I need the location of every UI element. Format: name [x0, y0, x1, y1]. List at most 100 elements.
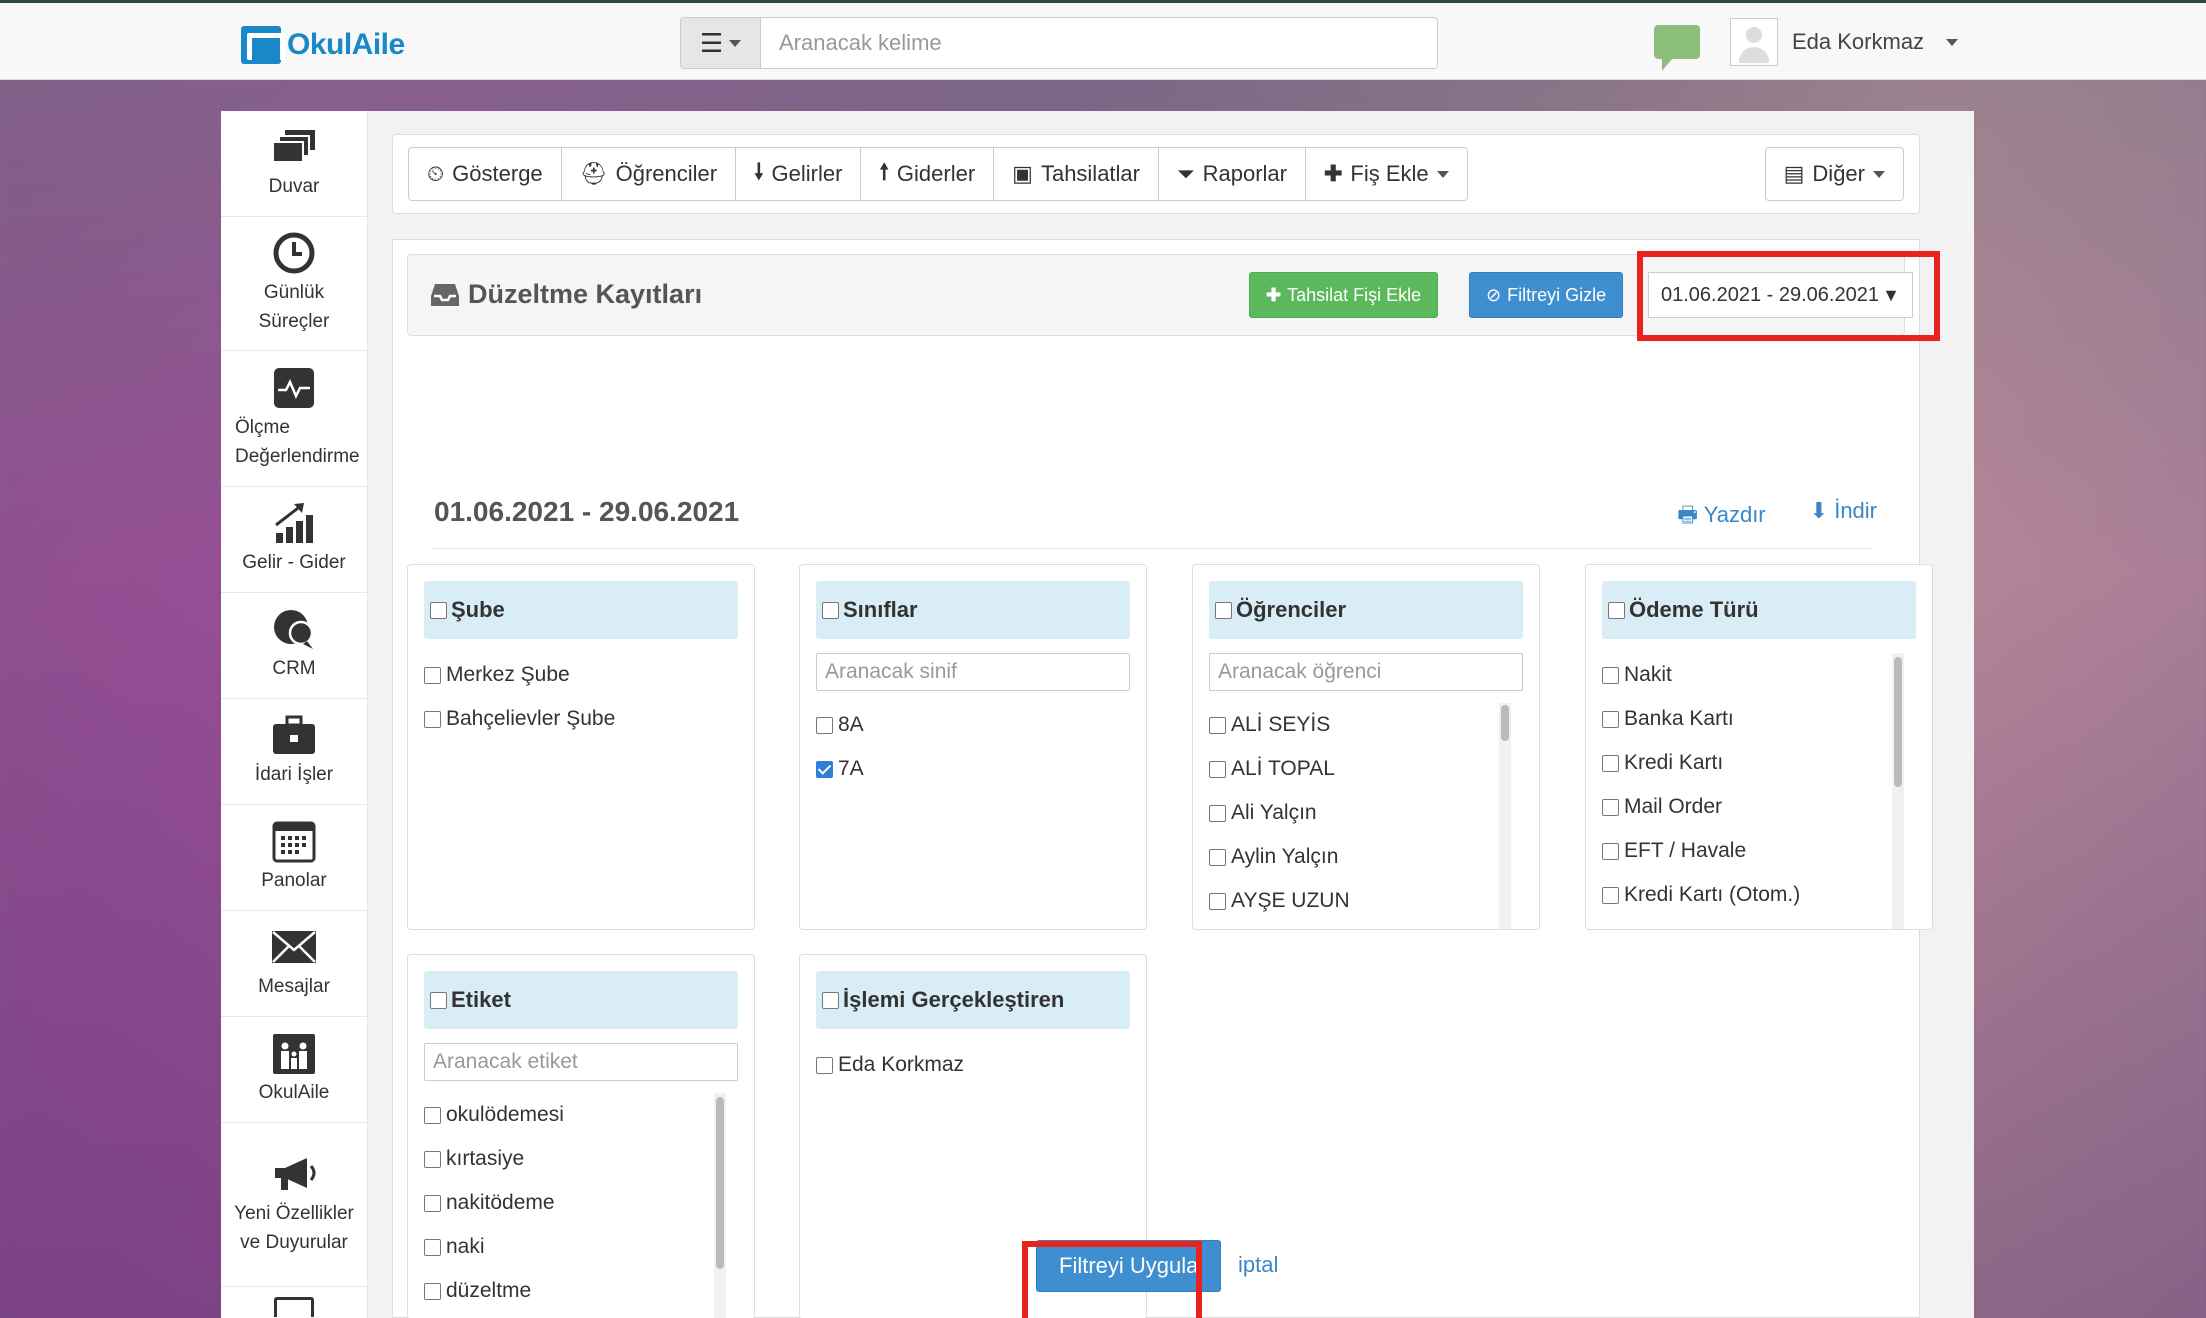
filter-header-etiket[interactable]: Etiket	[424, 971, 738, 1029]
chat-icon[interactable]	[1654, 25, 1700, 71]
sidebar-item-duvar[interactable]: Duvar	[221, 111, 367, 217]
checkbox[interactable]	[816, 1056, 833, 1074]
list-item[interactable]: ALİ SEYİS	[1209, 703, 1499, 747]
search-input[interactable]	[761, 18, 1437, 68]
list-item[interactable]: AYŞE UZUN	[1209, 879, 1499, 923]
sidebar-item-yeni-ozellikler[interactable]: Yeni Özellikler ve Duyurular	[221, 1123, 367, 1287]
dashboard-button[interactable]: ⏲ Gösterge	[408, 147, 562, 201]
scrollbar-thumb[interactable]	[1894, 657, 1902, 787]
download-link[interactable]: ⬇ İndir	[1810, 498, 1877, 536]
collections-button[interactable]: ▣ Tahsilatlar	[993, 147, 1159, 201]
checkbox[interactable]	[424, 1150, 441, 1168]
list-item[interactable]: Kredi Kartı (Otom.)	[1602, 873, 1892, 917]
checkbox[interactable]	[1209, 804, 1226, 822]
list-item[interactable]: naki	[424, 1225, 714, 1269]
list-item[interactable]: nakitödeme	[424, 1181, 714, 1225]
list-item[interactable]: Ali Yalçın	[1209, 791, 1499, 835]
checkbox[interactable]	[1602, 666, 1619, 684]
checkbox[interactable]	[1209, 848, 1226, 866]
select-all-checkbox[interactable]	[822, 991, 839, 1009]
checkbox[interactable]	[1602, 754, 1619, 772]
list-item[interactable]: Banka Kartı	[1602, 697, 1892, 741]
filter-header-islem[interactable]: İşlemi Gerçekleştiren	[816, 971, 1130, 1029]
user-menu[interactable]: Eda Korkmaz	[1730, 18, 1959, 66]
logo[interactable]: OkulAile	[241, 25, 405, 65]
sidebar-item-more[interactable]	[221, 1287, 367, 1318]
add-collection-receipt-button[interactable]: ✚ Tahsilat Fişi Ekle	[1249, 272, 1439, 318]
sidebar-item-gunluk-surecler[interactable]: Günlük Süreçler	[221, 217, 367, 351]
list-item[interactable]: 8A	[816, 703, 1130, 747]
search-menu-button[interactable]: ☰	[681, 18, 761, 68]
eye-slash-icon: ⊘	[1486, 284, 1502, 305]
list-item[interactable]: Aylin Yalçın	[1209, 835, 1499, 879]
checkbox[interactable]	[424, 1238, 441, 1256]
sidebar-item-idari-isler[interactable]: İdari İşler	[221, 699, 367, 805]
avatar	[1730, 18, 1778, 66]
other-dropdown[interactable]: ▤ Diğer	[1764, 147, 1904, 201]
checkbox[interactable]	[1602, 710, 1619, 728]
scrollbar-thumb[interactable]	[716, 1097, 724, 1269]
select-all-checkbox[interactable]	[1608, 601, 1625, 619]
sidebar-item-okulaile[interactable]: OkulAile	[221, 1017, 367, 1123]
scrollbar-thumb[interactable]	[1501, 705, 1509, 741]
list-item[interactable]: okulödemesi	[424, 1093, 714, 1137]
select-all-checkbox[interactable]	[430, 601, 447, 619]
class-search-input[interactable]	[816, 653, 1130, 691]
list-item[interactable]: ALİ TOPAL	[1209, 747, 1499, 791]
sidebar-item-crm[interactable]: CRM	[221, 593, 367, 699]
checkbox[interactable]	[424, 1106, 441, 1124]
list-item[interactable]: Mail Order	[1602, 785, 1892, 829]
scrollbar[interactable]	[714, 1093, 726, 1318]
checkbox-checked[interactable]	[816, 760, 833, 778]
checkbox[interactable]	[1602, 798, 1619, 816]
scrollbar[interactable]	[1892, 653, 1904, 929]
filter-header-sube[interactable]: Şube	[424, 581, 738, 639]
checkbox[interactable]	[1209, 892, 1226, 910]
incomes-button[interactable]: 🠗 Gelirler	[735, 147, 862, 201]
hide-filter-button[interactable]: ⊘ Filtreyi Gizle	[1469, 272, 1624, 318]
checkbox[interactable]	[424, 1282, 441, 1300]
list-item[interactable]: kırtasiye	[424, 1137, 714, 1181]
checkbox[interactable]	[816, 716, 833, 734]
sidebar-item-gelir-gider[interactable]: Gelir - Gider	[221, 487, 367, 593]
expenses-button[interactable]: 🠕 Giderler	[860, 147, 995, 201]
student-search-input[interactable]	[1209, 653, 1523, 691]
cancel-link[interactable]: iptal	[1238, 1252, 1278, 1278]
scrollbar[interactable]	[1499, 703, 1511, 929]
students-button[interactable]: ⛑ Öğrenciler	[560, 147, 737, 201]
select-all-checkbox[interactable]	[1215, 601, 1232, 619]
sidebar-item-label: Duvar	[268, 176, 320, 197]
select-all-checkbox[interactable]	[822, 601, 839, 619]
print-link[interactable]: 🖶 Yazdır	[1677, 498, 1765, 536]
list-item[interactable]: Nakit	[1602, 653, 1892, 697]
checkbox[interactable]	[1209, 716, 1226, 734]
filter-header-siniflar[interactable]: Sınıflar	[816, 581, 1130, 639]
filter-header-odeme[interactable]: Ödeme Türü	[1602, 581, 1916, 639]
checkbox[interactable]	[1602, 842, 1619, 860]
list-item[interactable]: düzeltme	[424, 1269, 714, 1313]
highlight-date-range	[1637, 251, 1940, 341]
item-label: Bahçelievler Şube	[446, 707, 616, 730]
filter-list: ALİ SEYİS ALİ TOPAL Ali Yalçın Aylin Yal…	[1209, 703, 1499, 923]
list-item[interactable]: 7A	[816, 747, 1130, 791]
sidebar-item-mesajlar[interactable]: Mesajlar	[221, 911, 367, 1017]
checkbox[interactable]	[1602, 886, 1619, 904]
select-all-checkbox[interactable]	[430, 991, 447, 1009]
checkbox[interactable]	[424, 666, 441, 684]
checkbox[interactable]	[1209, 760, 1226, 778]
filter-title: Etiket	[451, 987, 511, 1012]
list-item[interactable]: Bahçelievler Şube	[424, 697, 738, 741]
list-item[interactable]: EFT / Havale	[1602, 829, 1892, 873]
list-item[interactable]: Kredi Kartı	[1602, 741, 1892, 785]
filter-header-ogrenciler[interactable]: Öğrenciler	[1209, 581, 1523, 639]
checkbox[interactable]	[424, 1194, 441, 1212]
checkbox[interactable]	[424, 710, 441, 728]
add-receipt-dropdown[interactable]: ✚ Fiş Ekle	[1304, 147, 1468, 201]
reports-button[interactable]: ⏷ Raporlar	[1158, 147, 1306, 201]
list-item[interactable]: Eda Korkmaz	[816, 1043, 1130, 1087]
students-icon: ⛑	[579, 161, 608, 186]
sidebar-item-olcme[interactable]: Ölçme Değerlendirme	[221, 351, 367, 487]
tag-search-input[interactable]	[424, 1043, 738, 1081]
sidebar-item-panolar[interactable]: Panolar	[221, 805, 367, 911]
list-item[interactable]: Merkez Şube	[424, 653, 738, 697]
